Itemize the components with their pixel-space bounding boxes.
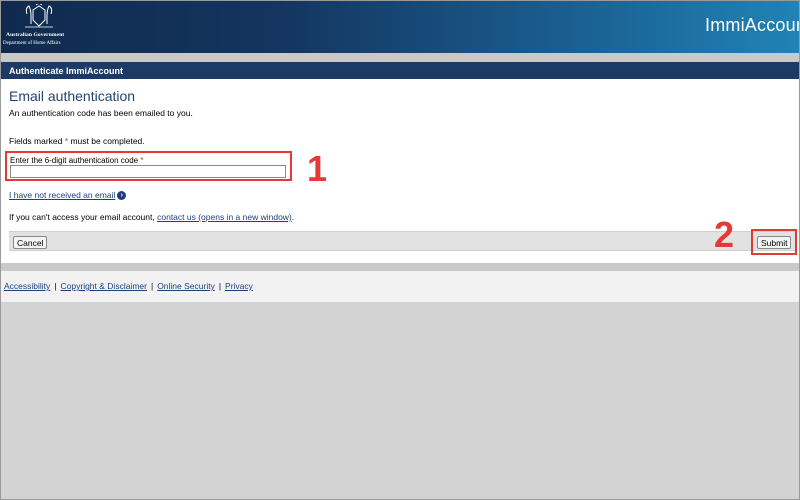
auth-code-input[interactable]	[10, 165, 286, 178]
required-star: *	[64, 136, 69, 146]
form-button-bar: Cancel Submit	[9, 229, 797, 255]
footer-link-privacy[interactable]: Privacy	[225, 281, 253, 291]
email-access-text: If you can't access your email account, …	[9, 212, 294, 222]
footer-link-online-security[interactable]: Online Security	[157, 281, 215, 291]
government-logo[interactable]: Australian Government Department of Home…	[3, 4, 73, 50]
annotation-marker-2: 2	[714, 214, 735, 255]
auth-code-field-group: Enter the 6-digit authentication code *	[5, 151, 292, 181]
submit-button[interactable]: Submit	[757, 236, 792, 249]
access-prefix: If you can't access your email account,	[9, 212, 155, 222]
footer-separator: |	[150, 281, 154, 291]
auth-code-required-star: *	[140, 156, 144, 165]
required-prefix: Fields marked	[9, 136, 63, 146]
no-email-link-text: I have not received an email	[9, 190, 116, 200]
footer-link-copyright[interactable]: Copyright & Disclaimer	[61, 281, 147, 291]
gov-name-line1: Australian Government	[6, 32, 65, 38]
required-fields-note: Fields marked * must be completed.	[9, 136, 145, 146]
section-title: Authenticate ImmiAccount	[9, 66, 124, 76]
submit-highlight-box: Submit	[751, 229, 797, 255]
intro-text: An authentication code has been emailed …	[9, 108, 193, 118]
footer-divider	[1, 263, 799, 271]
footer-separator: |	[218, 281, 222, 291]
page-title: Email authentication	[9, 88, 136, 104]
annotation-marker-1: 1	[307, 148, 328, 189]
cancel-button[interactable]: Cancel	[13, 236, 48, 249]
gov-name-line2: Department of Home Affairs	[3, 41, 61, 46]
footer-link-accessibility[interactable]: Accessibility	[4, 281, 50, 291]
section-title-bar: Authenticate ImmiAccount	[1, 62, 799, 79]
coat-of-arms-icon	[25, 4, 53, 28]
footer-separator: |	[54, 281, 57, 291]
header-divider	[1, 53, 799, 62]
no-email-link[interactable]: I have not received an email ›	[9, 190, 127, 201]
required-suffix: must be completed.	[70, 136, 145, 146]
site-header: Australian Government Department of Home…	[1, 1, 799, 53]
auth-code-label-text: Enter the 6-digit authentication code	[10, 156, 139, 165]
auth-code-label: Enter the 6-digit authentication code *	[10, 156, 143, 165]
arrow-right-circle-icon: ›	[117, 191, 127, 201]
page-frame: Australian Government Department of Home…	[0, 0, 800, 500]
footer-links: Accessibility | Copyright & Disclaimer | Onl…	[4, 281, 253, 291]
contact-us-link[interactable]: contact us (opens in a new window)	[157, 212, 292, 222]
site-footer: Accessibility | Copyright & Disclaimer | Onl…	[1, 271, 799, 302]
access-suffix: .	[291, 212, 295, 222]
brand-title: ImmiAccount	[705, 15, 799, 35]
main-content: Email authentication An authentication c…	[1, 79, 799, 263]
